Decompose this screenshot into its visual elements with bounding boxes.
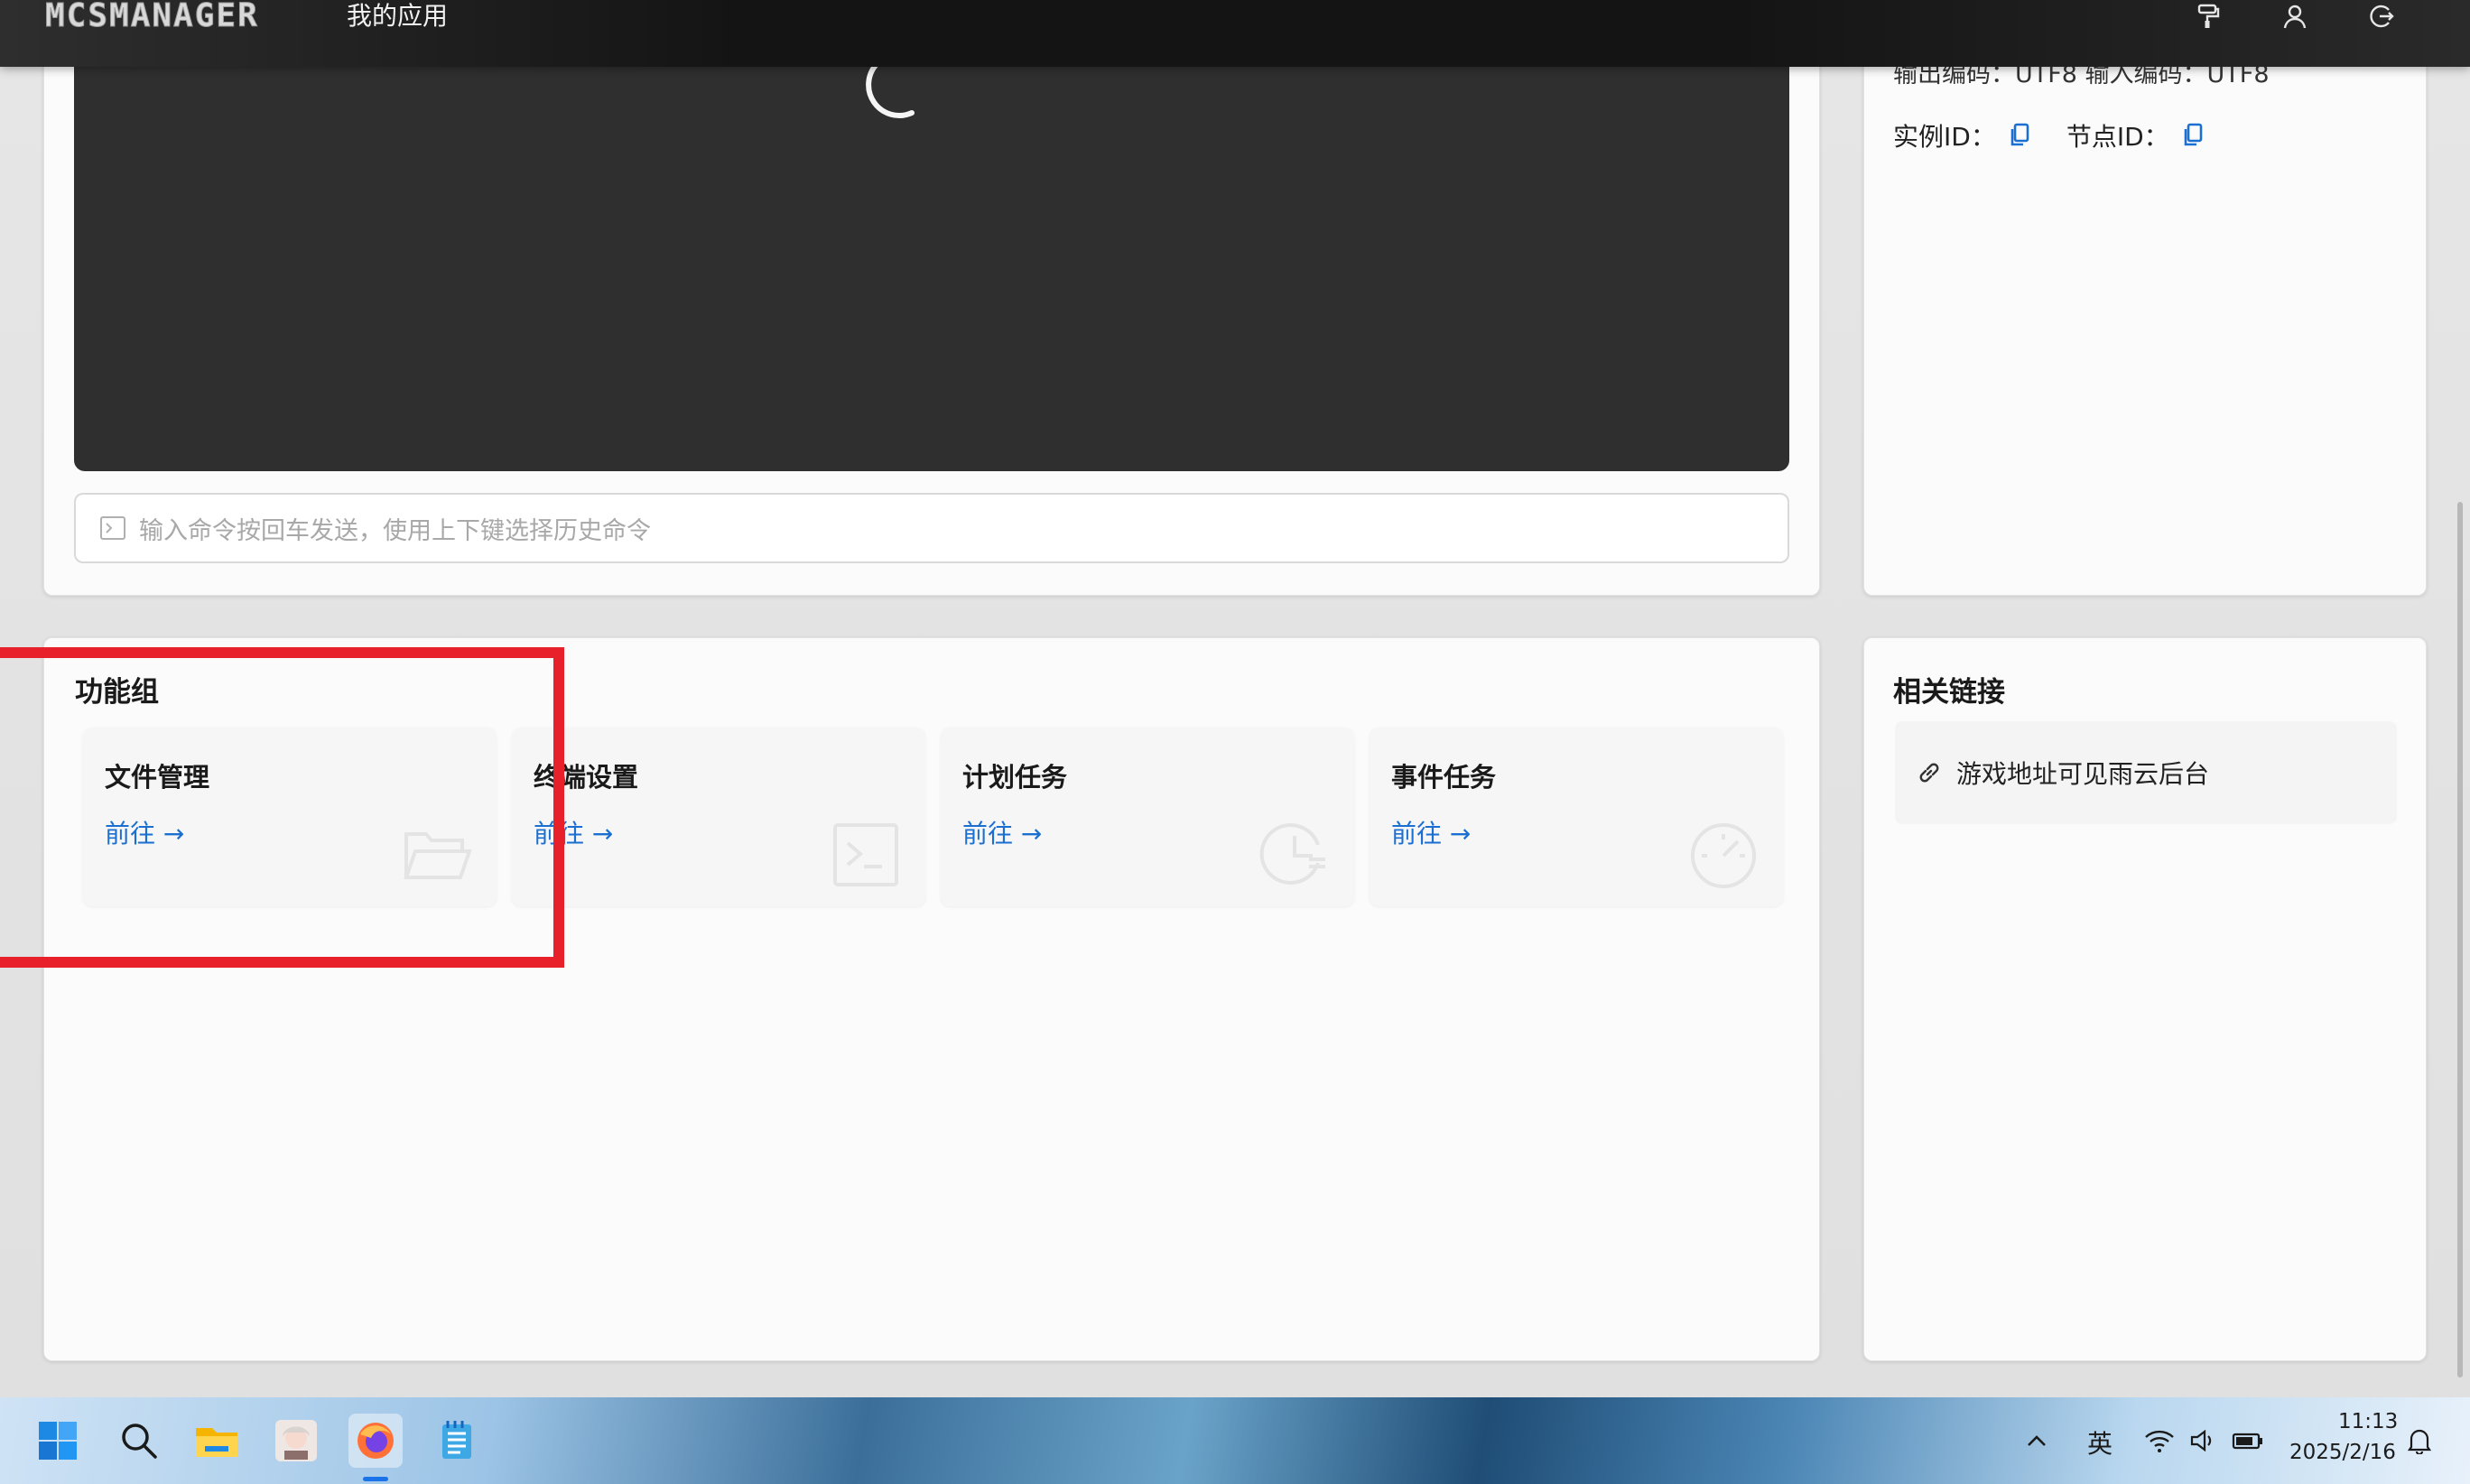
instance-id-label: 实例ID： xyxy=(1893,122,1996,152)
firefox-icon[interactable] xyxy=(348,1414,403,1468)
paint-roller-icon[interactable] xyxy=(2190,0,2226,32)
related-link-label: 游戏地址可见雨云后台 xyxy=(1956,759,2210,789)
related-link-item[interactable]: 游戏地址可见雨云后台 xyxy=(1895,721,2397,824)
search-icon[interactable] xyxy=(112,1414,166,1468)
ime-indicator[interactable]: 英 xyxy=(2087,1424,2112,1461)
app-logo[interactable]: MCSMANAGER xyxy=(45,0,259,32)
dashboard-icon xyxy=(1691,823,1756,888)
top-header: MCSMANAGER 我的应用 xyxy=(0,0,2470,67)
related-links-card: 相关链接 游戏地址可见雨云后台 xyxy=(1863,637,2427,1361)
goto-link[interactable]: 前往 → xyxy=(1391,814,1471,850)
logout-icon[interactable] xyxy=(2363,0,2400,32)
notification-bell-icon[interactable] xyxy=(2401,1414,2438,1468)
link-icon xyxy=(1919,763,1939,783)
command-input[interactable]: 输入命令按回车发送，使用上下键选择历史命令 xyxy=(74,493,1789,563)
active-app-indicator xyxy=(363,1477,388,1481)
terminal-prompt-icon xyxy=(100,516,125,540)
volume-icon[interactable] xyxy=(2185,1414,2221,1468)
copy-instance-id-icon[interactable] xyxy=(2009,123,2030,148)
nav-my-apps[interactable]: 我的应用 xyxy=(347,0,448,32)
terminal-output[interactable] xyxy=(74,36,1789,471)
copy-node-id-icon[interactable] xyxy=(2182,123,2204,148)
function-card-scheduled-tasks[interactable]: 计划任务 前往 → xyxy=(941,728,1354,906)
function-card-title: 计划任务 xyxy=(962,762,1068,793)
notepad-icon[interactable] xyxy=(430,1414,484,1468)
clock-date[interactable]: 2025/2/16 xyxy=(2289,1441,2396,1464)
wifi-icon[interactable] xyxy=(2140,1414,2179,1468)
goto-link[interactable]: 前往 → xyxy=(962,814,1042,850)
user-icon[interactable] xyxy=(2277,0,2313,32)
start-icon[interactable] xyxy=(31,1414,85,1468)
battery-icon[interactable] xyxy=(2228,1414,2268,1468)
function-card-title: 事件任务 xyxy=(1391,762,1497,793)
windows-taskbar: 英 11:13 2025/2/16 xyxy=(0,1397,2470,1484)
file-explorer-icon[interactable] xyxy=(190,1414,244,1468)
related-links-title: 相关链接 xyxy=(1893,676,2005,709)
command-input-placeholder: 输入命令按回车发送，使用上下键选择历史命令 xyxy=(139,516,651,545)
page-scrollbar[interactable] xyxy=(2457,502,2463,1377)
function-card-event-tasks[interactable]: 事件任务 前往 → xyxy=(1370,728,1783,906)
avatar-app-icon[interactable] xyxy=(269,1414,323,1468)
node-id-label: 节点ID： xyxy=(2066,122,2169,152)
clock-time[interactable]: 11:13 xyxy=(2338,1410,2398,1433)
function-card-terminal-settings[interactable]: 终端设置 前往 → xyxy=(512,728,925,906)
highlight-annotation-box xyxy=(0,647,564,968)
clock-icon xyxy=(1259,823,1325,885)
instance-info-card: 输出编码：UTF8 输入编码：UTF8 实例ID： 节点ID： xyxy=(1863,0,2427,596)
chevron-up-icon[interactable] xyxy=(2019,1414,2055,1468)
terminal-icon xyxy=(833,823,898,886)
